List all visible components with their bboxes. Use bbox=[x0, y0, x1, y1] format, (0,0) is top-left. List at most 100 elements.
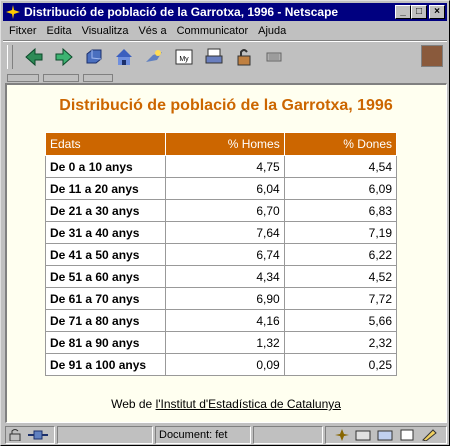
menu-communicator[interactable]: Communicator bbox=[177, 25, 249, 37]
status-bar: Document: fet bbox=[3, 425, 447, 445]
menu-visualitza[interactable]: Visualitza bbox=[82, 25, 129, 37]
homes-value: 0,09 bbox=[165, 353, 285, 376]
header-edats: Edats bbox=[45, 132, 166, 156]
stop-icon bbox=[266, 52, 282, 62]
row-label: De 71 a 80 anys bbox=[45, 309, 166, 332]
dones-value: 6,83 bbox=[283, 199, 398, 222]
security-icon bbox=[237, 49, 251, 66]
table-row: De 41 a 50 anys 6,74 6,22 bbox=[45, 243, 398, 266]
menu-ajuda[interactable]: Ajuda bbox=[258, 25, 286, 37]
header-dones: % Dones bbox=[283, 132, 398, 156]
personal-toolbar-tab[interactable] bbox=[83, 74, 113, 82]
dones-value: 2,32 bbox=[283, 331, 398, 354]
navigation-toolbar-tab[interactable] bbox=[7, 74, 39, 82]
mail-icon bbox=[355, 430, 371, 441]
homes-value: 7,64 bbox=[165, 221, 285, 244]
homes-value: 6,74 bbox=[165, 243, 285, 266]
homes-value: 1,32 bbox=[165, 331, 285, 354]
footer: Web de l'Institut d'Estadística de Catal… bbox=[7, 397, 445, 411]
status-spacer bbox=[253, 426, 323, 444]
progress-area bbox=[57, 426, 153, 444]
forward-button[interactable] bbox=[49, 44, 79, 70]
page-title: Distribució de població de la Garrotxa, … bbox=[59, 97, 393, 114]
population-table: Edats % Homes % Dones De 0 a 10 anys 4,75… bbox=[45, 132, 398, 376]
search-icon bbox=[146, 50, 162, 62]
table-row: De 21 a 30 anys 6,70 6,83 bbox=[45, 199, 398, 222]
minimize-button[interactable]: _ bbox=[395, 5, 411, 19]
table-row: De 51 a 60 anys 4,34 4,52 bbox=[45, 265, 398, 288]
row-label: De 21 a 30 anys bbox=[45, 199, 166, 222]
forward-icon bbox=[55, 47, 73, 67]
table-row: De 81 a 90 anys 1,32 2,32 bbox=[45, 331, 398, 354]
homes-value: 6,90 bbox=[165, 287, 285, 310]
my-netscape-button[interactable]: My bbox=[169, 44, 199, 70]
dones-value: 6,09 bbox=[283, 177, 398, 200]
homes-value: 4,16 bbox=[165, 309, 285, 332]
dones-value: 5,66 bbox=[283, 309, 398, 332]
newsgroups-icon bbox=[377, 430, 393, 441]
row-label: De 61 a 70 anys bbox=[45, 287, 166, 310]
netscape-icon bbox=[5, 4, 21, 20]
my-netscape-icon: My bbox=[175, 49, 193, 65]
menu-ves-a[interactable]: Vés a bbox=[138, 25, 166, 37]
maximize-button[interactable]: □ bbox=[411, 5, 427, 19]
back-icon bbox=[25, 47, 43, 67]
component-bar bbox=[325, 426, 447, 444]
dones-value: 4,52 bbox=[283, 265, 398, 288]
page-content: Distribució de població de la Garrotxa, … bbox=[5, 83, 447, 423]
dones-value: 7,19 bbox=[283, 221, 398, 244]
table-row: De 91 a 100 anys 0,09 0,25 bbox=[45, 353, 398, 376]
dones-value: 6,22 bbox=[283, 243, 398, 266]
row-label: De 31 a 40 anys bbox=[45, 221, 166, 244]
row-label: De 81 a 90 anys bbox=[45, 331, 166, 354]
menu-edita[interactable]: Edita bbox=[47, 25, 72, 37]
close-button[interactable]: × bbox=[429, 5, 445, 19]
table-row: De 61 a 70 anys 6,90 7,72 bbox=[45, 287, 398, 310]
row-label: De 41 a 50 anys bbox=[45, 243, 166, 266]
row-label: De 0 a 10 anys bbox=[45, 155, 166, 178]
print-icon bbox=[205, 48, 223, 64]
table-row: De 31 a 40 anys 7,64 7,19 bbox=[45, 221, 398, 244]
table-header-row: Edats % Homes % Dones bbox=[45, 132, 398, 156]
lock-icon bbox=[9, 429, 21, 441]
connection-icon bbox=[28, 430, 48, 440]
homes-value: 6,04 bbox=[165, 177, 285, 200]
home-button[interactable] bbox=[109, 44, 139, 70]
footer-prefix: Web de bbox=[111, 397, 156, 411]
idescat-link[interactable]: l'Institut d'Estadística de Catalunya bbox=[156, 397, 341, 411]
stop-button[interactable] bbox=[259, 44, 289, 70]
composer-icon bbox=[422, 429, 437, 441]
dones-value: 7,72 bbox=[283, 287, 398, 310]
browser-window: Distribució de població de la Garrotxa, … bbox=[0, 0, 450, 446]
row-label: De 11 a 20 anys bbox=[45, 177, 166, 200]
throbber-icon[interactable] bbox=[421, 45, 443, 67]
navigator-icon bbox=[335, 429, 349, 441]
svg-text:My: My bbox=[179, 56, 189, 63]
menu-bar: Fitxer Edita Visualitza Vés a Communicat… bbox=[3, 22, 447, 40]
menu-fitxer[interactable]: Fitxer bbox=[9, 25, 37, 37]
home-icon bbox=[116, 49, 132, 65]
table-row: De 71 a 80 anys 4,16 5,66 bbox=[45, 309, 398, 332]
window-title: Distribució de població de la Garrotxa, … bbox=[24, 5, 339, 19]
print-button[interactable] bbox=[199, 44, 229, 70]
status-text: Document: fet bbox=[155, 426, 251, 444]
toolbar-grip[interactable] bbox=[7, 45, 13, 69]
header-homes: % Homes bbox=[165, 132, 285, 156]
dones-value: 4,54 bbox=[283, 155, 398, 178]
homes-value: 4,75 bbox=[165, 155, 285, 178]
table-row: De 0 a 10 anys 4,75 4,54 bbox=[45, 155, 398, 178]
search-button[interactable] bbox=[139, 44, 169, 70]
homes-value: 6,70 bbox=[165, 199, 285, 222]
title-bar[interactable]: Distribució de població de la Garrotxa, … bbox=[3, 3, 447, 21]
address-book-icon bbox=[400, 429, 414, 441]
reload-button[interactable] bbox=[79, 44, 109, 70]
location-toolbar-tab[interactable] bbox=[43, 74, 79, 82]
dones-value: 0,25 bbox=[283, 353, 398, 376]
back-button[interactable] bbox=[19, 44, 49, 70]
security-status[interactable] bbox=[5, 426, 55, 444]
reload-icon bbox=[86, 49, 102, 64]
security-button[interactable] bbox=[229, 44, 259, 70]
navigation-toolbar: My bbox=[3, 42, 447, 72]
table-row: De 11 a 20 anys 6,04 6,09 bbox=[45, 177, 398, 200]
location-bar-tabs bbox=[3, 73, 447, 83]
